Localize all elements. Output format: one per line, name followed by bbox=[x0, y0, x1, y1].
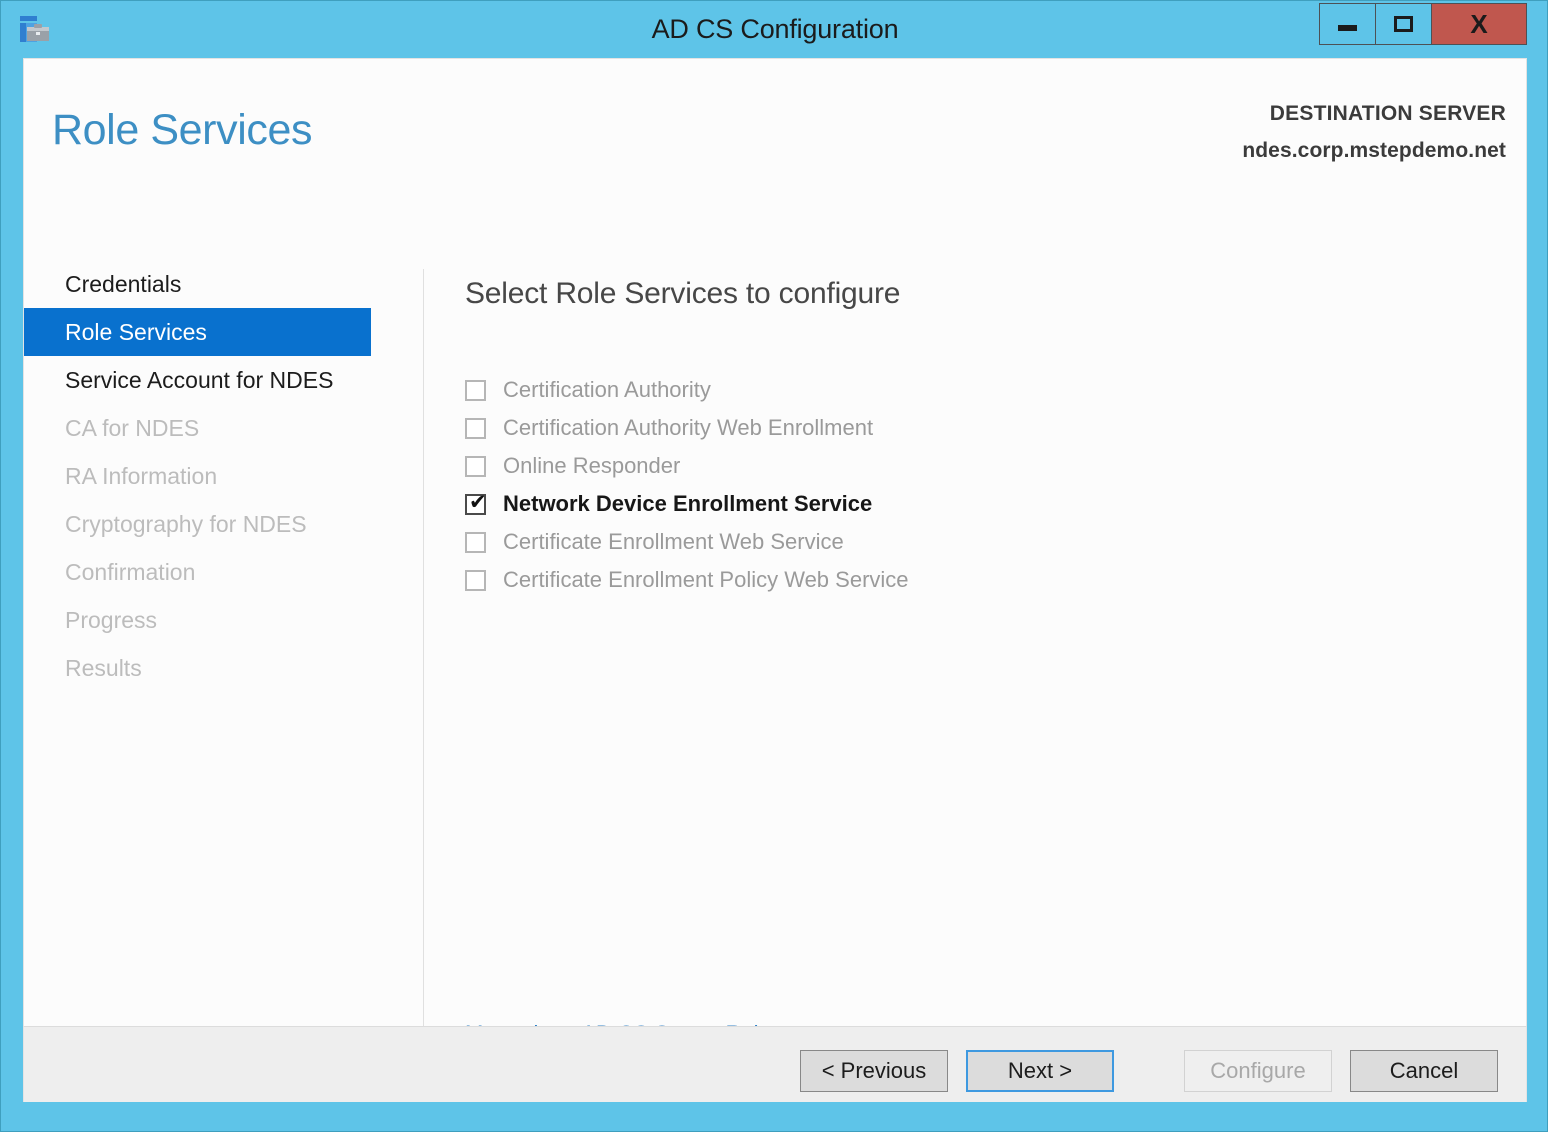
sidebar-item-role-services[interactable]: Role Services bbox=[24, 308, 371, 356]
checkbox-certificate-enrollment-web-service bbox=[465, 532, 486, 553]
checkbox-label-online-responder: Online Responder bbox=[503, 453, 680, 479]
checkbox-label-network-device-enrollment-service: Network Device Enrollment Service bbox=[503, 491, 872, 517]
configure-button: Configure bbox=[1184, 1050, 1332, 1092]
window-controls: X bbox=[1320, 3, 1527, 45]
content-pane: Select Role Services to configure Certif… bbox=[444, 260, 1516, 599]
sidebar-item-credentials[interactable]: Credentials bbox=[24, 260, 402, 308]
maximize-button[interactable] bbox=[1375, 3, 1432, 45]
previous-button[interactable]: < Previous bbox=[800, 1050, 948, 1092]
destination-server-block: DESTINATION SERVER ndes.corp.mstepdemo.n… bbox=[1242, 99, 1506, 167]
checkbox-row-network-device-enrollment-service[interactable]: ✔ Network Device Enrollment Service bbox=[465, 485, 1516, 523]
ad-cs-configuration-window: AD CS Configuration X Role Services DEST… bbox=[0, 0, 1548, 1132]
sidebar-divider bbox=[423, 269, 424, 1047]
minimize-icon bbox=[1338, 25, 1357, 31]
window-title: AD CS Configuration bbox=[1, 14, 1548, 45]
content-heading: Select Role Services to configure bbox=[465, 277, 1516, 311]
checkmark-icon: ✔ bbox=[469, 492, 487, 513]
checkbox-row-certificate-enrollment-web-service: Certificate Enrollment Web Service bbox=[465, 523, 1516, 561]
sidebar-item-cryptography-for-ndes: Cryptography for NDES bbox=[24, 500, 402, 548]
checkbox-row-online-responder: Online Responder bbox=[465, 447, 1516, 485]
minimize-button[interactable] bbox=[1319, 3, 1376, 45]
sidebar-item-results: Results bbox=[24, 644, 402, 692]
checkbox-online-responder bbox=[465, 456, 486, 477]
checkbox-network-device-enrollment-service[interactable]: ✔ bbox=[465, 494, 486, 515]
maximize-icon bbox=[1394, 16, 1413, 32]
cancel-button[interactable]: Cancel bbox=[1350, 1050, 1498, 1092]
close-button[interactable]: X bbox=[1431, 3, 1527, 45]
checkbox-certification-authority bbox=[465, 380, 486, 401]
checkbox-label-certification-authority: Certification Authority bbox=[503, 377, 711, 403]
checkbox-row-certification-authority-web-enrollment: Certification Authority Web Enrollment bbox=[465, 409, 1516, 447]
page-title: Role Services bbox=[52, 109, 312, 152]
sidebar-item-progress: Progress bbox=[24, 596, 402, 644]
checkbox-row-certification-authority: Certification Authority bbox=[465, 371, 1516, 409]
wizard-footer: < Previous Next > Configure Cancel bbox=[23, 1026, 1527, 1102]
destination-server-name: ndes.corp.mstepdemo.net bbox=[1242, 136, 1506, 166]
page-body: Role Services DESTINATION SERVER ndes.co… bbox=[23, 58, 1527, 1102]
wizard-sidebar: Credentials Role Services Service Accoun… bbox=[24, 260, 402, 1040]
checkbox-row-certificate-enrollment-policy-web-service: Certificate Enrollment Policy Web Servic… bbox=[465, 561, 1516, 599]
title-bar: AD CS Configuration X bbox=[1, 1, 1548, 58]
close-icon: X bbox=[1470, 11, 1487, 37]
checkbox-label-certificate-enrollment-policy-web-service: Certificate Enrollment Policy Web Servic… bbox=[503, 567, 909, 593]
sidebar-item-ra-information: RA Information bbox=[24, 452, 402, 500]
footer-button-group: < Previous Next > Configure Cancel bbox=[782, 1050, 1498, 1092]
checkbox-label-certification-authority-web-enrollment: Certification Authority Web Enrollment bbox=[503, 415, 873, 441]
destination-server-label: DESTINATION SERVER bbox=[1242, 99, 1506, 129]
checkbox-certification-authority-web-enrollment bbox=[465, 418, 486, 439]
sidebar-item-ca-for-ndes: CA for NDES bbox=[24, 404, 402, 452]
checkbox-label-certificate-enrollment-web-service: Certificate Enrollment Web Service bbox=[503, 529, 844, 555]
checkbox-certificate-enrollment-policy-web-service bbox=[465, 570, 486, 591]
role-services-checkbox-list: Certification Authority Certification Au… bbox=[465, 371, 1516, 599]
sidebar-item-confirmation: Confirmation bbox=[24, 548, 402, 596]
next-button[interactable]: Next > bbox=[966, 1050, 1114, 1092]
sidebar-item-service-account-for-ndes[interactable]: Service Account for NDES bbox=[24, 356, 402, 404]
